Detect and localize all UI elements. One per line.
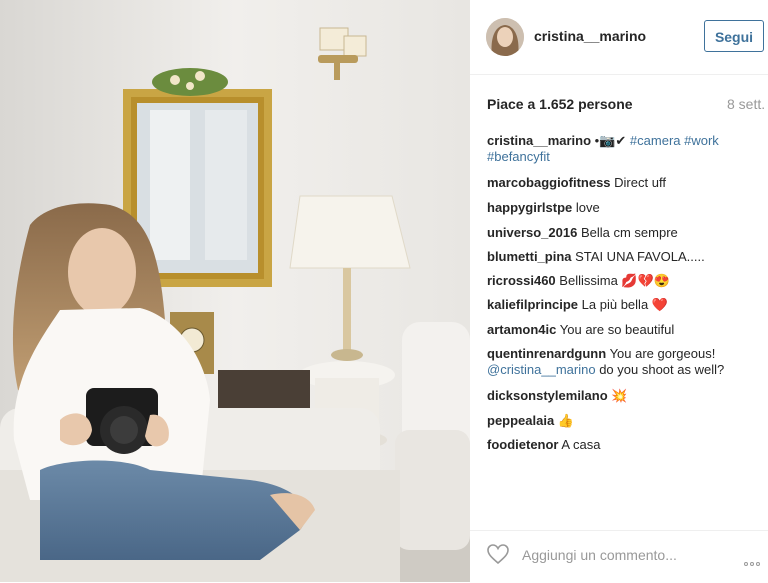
post-photo[interactable]: [0, 0, 470, 582]
comment-item: happygirlstpe love: [487, 200, 763, 216]
comment-text: La più bella ❤️: [581, 297, 668, 312]
comment-item: quentinrenardgunn You are gorgeous! @cri…: [487, 346, 763, 378]
heart-icon-svg: [487, 544, 509, 565]
comment-username[interactable]: blumetti_pina: [487, 249, 572, 264]
comment-text: A casa: [561, 437, 601, 452]
avatar[interactable]: [486, 18, 524, 56]
comment-username[interactable]: kaliefilprincipe: [487, 297, 578, 312]
caption-username[interactable]: cristina__marino: [487, 133, 591, 148]
hashtag-link[interactable]: #work: [684, 133, 719, 148]
more-options-icon[interactable]: [744, 553, 768, 566]
comment-item: kaliefilprincipe La più bella ❤️: [487, 297, 763, 313]
comment-item: blumetti_pina STAI UNA FAVOLA.....: [487, 249, 763, 265]
comment-item: foodietenor A casa: [487, 437, 763, 453]
comment-item: marcobaggiofitness Direct uff: [487, 175, 763, 191]
hashtag-link[interactable]: #befancyfit: [487, 149, 550, 164]
comment-text: Bellissima 💋💔😍: [559, 273, 670, 288]
header-username-link[interactable]: cristina__marino: [534, 28, 646, 44]
comment-text: love: [575, 200, 600, 215]
comment-username[interactable]: ricrossi460: [487, 273, 556, 288]
post-details-panel: cristina__marino Segui Piace a 1.652 per…: [470, 0, 768, 582]
hashtag-link[interactable]: #camera: [630, 133, 681, 148]
comment-item: artamon4ic You are so beautiful: [487, 322, 763, 338]
comment-item: dicksonstylemilano 💥: [487, 388, 763, 404]
comment-username[interactable]: peppealaia: [487, 413, 554, 428]
comment-text: Direct uff: [614, 175, 666, 190]
comment-bar: [470, 530, 768, 583]
comment-username[interactable]: foodietenor: [487, 437, 559, 452]
comment-item: universo_2016 Bella cm sempre: [487, 225, 763, 241]
white-armchair: [395, 322, 470, 550]
comment-item: peppealaia 👍: [487, 413, 763, 429]
comment-text: You are gorgeous!: [609, 346, 716, 361]
comment-text: 👍: [557, 413, 575, 428]
comment-username[interactable]: universo_2016: [487, 225, 577, 240]
heart-icon[interactable]: [486, 543, 510, 565]
follow-button[interactable]: Segui: [704, 20, 764, 52]
comment-username[interactable]: dicksonstylemilano: [487, 388, 608, 403]
comment-item: ricrossi460 Bellissima 💋💔😍: [487, 273, 763, 289]
comment-username[interactable]: marcobaggiofitness: [487, 175, 611, 190]
comment-username[interactable]: happygirlstpe: [487, 200, 572, 215]
likes-count[interactable]: Piace a 1.652 persone: [487, 96, 633, 112]
comment-username[interactable]: quentinrenardgunn: [487, 346, 606, 361]
likes-row: Piace a 1.652 persone 8 sett.: [487, 96, 767, 116]
comment-text: STAI UNA FAVOLA.....: [575, 249, 705, 264]
comment-text: You are so beautiful: [559, 322, 675, 337]
add-comment-input[interactable]: [520, 543, 724, 567]
comment-username[interactable]: artamon4ic: [487, 322, 556, 337]
caption-text: •📷✔: [594, 133, 630, 148]
comment-text: do you shoot as well?: [599, 362, 725, 377]
mention-link[interactable]: @cristina__marino: [487, 362, 596, 377]
post-date[interactable]: 8 sett.: [727, 96, 765, 112]
caption: cristina__marino •📷✔ #camera #work #befa…: [487, 133, 763, 165]
photo-illustration: [0, 0, 470, 582]
comment-text: Bella cm sempre: [580, 225, 678, 240]
comment-text: 💥: [611, 388, 628, 403]
post-header: cristina__marino Segui: [470, 0, 768, 75]
avatar-image: [486, 18, 524, 56]
